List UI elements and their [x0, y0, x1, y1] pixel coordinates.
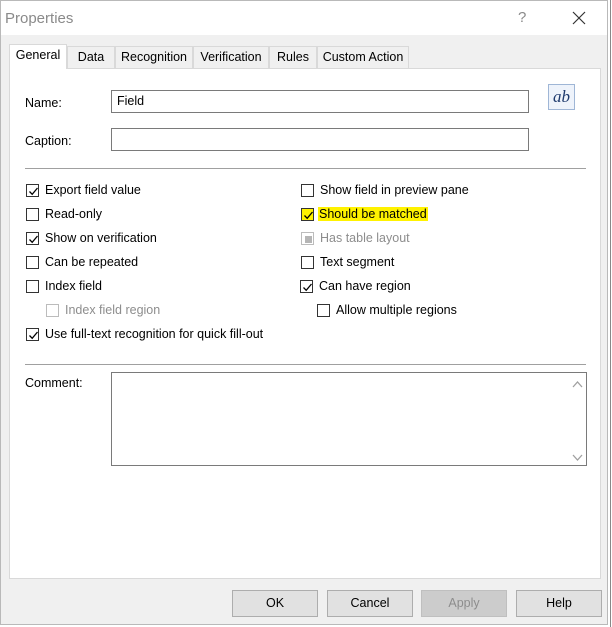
checkbox-label: Index field region: [65, 303, 161, 317]
checkbox-box: [26, 256, 39, 269]
tab-label: Recognition: [120, 50, 187, 64]
name-label: Name:: [25, 96, 62, 110]
checkbox-box: [317, 304, 330, 317]
properties-dialog: Properties ? General Data Recognition Ve…: [0, 0, 608, 625]
checkbox-label: Should be matched: [318, 207, 428, 221]
checkbox-label: Export field value: [45, 183, 141, 197]
window-title: Properties: [5, 10, 74, 27]
separator-top: [25, 168, 586, 169]
checkbox-label: Allow multiple regions: [336, 303, 457, 317]
checkbox-box: [26, 280, 39, 293]
checkbox-box: [46, 304, 59, 317]
scroll-down-icon[interactable]: [572, 451, 583, 465]
ok-button[interactable]: OK: [232, 590, 318, 617]
tab-rules[interactable]: Rules: [269, 46, 317, 68]
apply-button[interactable]: Apply: [421, 590, 507, 617]
checkbox-box: [26, 328, 39, 341]
checkbox-box: [26, 208, 39, 221]
checkbox-label: Text segment: [320, 255, 395, 269]
comment-scrollbar[interactable]: [569, 373, 586, 465]
highlighted-label: Should be matched: [318, 207, 428, 221]
tab-recognition[interactable]: Recognition: [115, 46, 193, 68]
name-field[interactable]: Field: [111, 90, 529, 113]
caption-field[interactable]: [111, 128, 529, 151]
cancel-button[interactable]: Cancel: [327, 590, 413, 617]
checkbox-box: [301, 184, 314, 197]
separator-bottom: [25, 364, 586, 365]
help-icon[interactable]: ?: [518, 9, 526, 26]
checkbox-label: Has table layout: [320, 231, 410, 245]
checkbox-label: Read-only: [45, 207, 102, 221]
checkbox-box: [26, 184, 39, 197]
checkbox-box: [301, 232, 314, 245]
ab-button[interactable]: ab: [548, 84, 575, 110]
title-bar[interactable]: Properties ?: [1, 1, 607, 35]
general-panel: Name: Field ab Caption: Export field val…: [9, 68, 601, 579]
checkbox-label: Use full-text recognition for quick fill…: [45, 327, 264, 341]
checkbox-label: Index field: [45, 279, 102, 293]
help-button[interactable]: Help: [516, 590, 602, 617]
checkbox-box: [301, 256, 314, 269]
tab-label: Data: [77, 50, 105, 64]
checkbox-label: Can have region: [319, 279, 411, 293]
tab-label: Custom Action: [322, 50, 404, 64]
tab-label: General: [15, 48, 61, 62]
tab-label: Verification: [200, 50, 262, 64]
tab-custom-action[interactable]: Custom Action: [317, 46, 409, 68]
background-window-edge: [610, 0, 611, 627]
tab-verification[interactable]: Verification: [193, 46, 269, 68]
checkbox-label: Can be repeated: [45, 255, 139, 269]
scroll-up-icon[interactable]: [572, 377, 583, 391]
checkbox-box: [300, 280, 313, 293]
checkbox-label: Show on verification: [45, 231, 157, 245]
checkbox-label: Show field in preview pane: [320, 183, 469, 197]
checkbox-box: [301, 208, 314, 221]
tab-label: Rules: [277, 50, 309, 64]
checkbox-box: [26, 232, 39, 245]
tab-general[interactable]: General: [9, 44, 67, 69]
caption-label: Caption:: [25, 134, 72, 148]
comment-label: Comment:: [25, 376, 83, 390]
comment-textarea[interactable]: [111, 372, 587, 466]
tab-data[interactable]: Data: [67, 46, 115, 68]
close-icon[interactable]: [569, 8, 589, 28]
